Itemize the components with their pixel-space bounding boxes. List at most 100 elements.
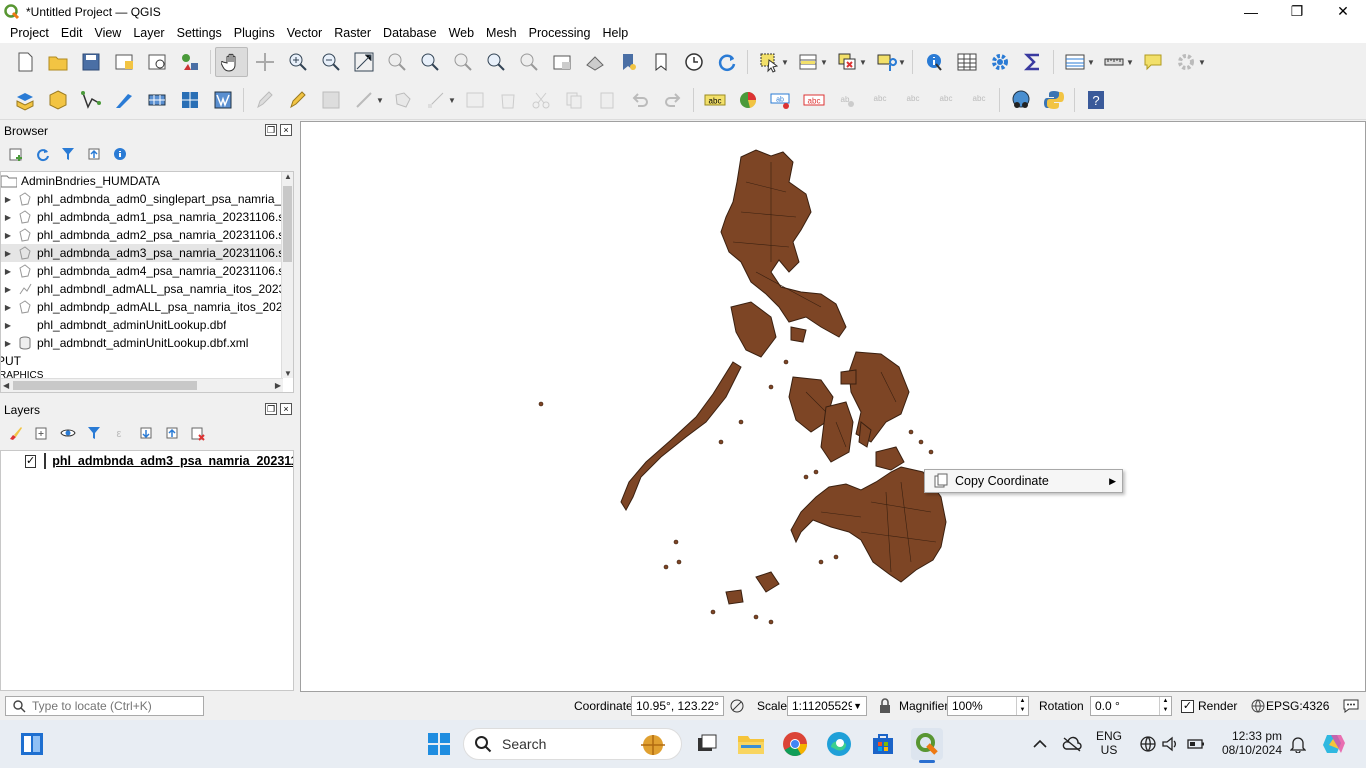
menu-project[interactable]: Project xyxy=(4,26,55,40)
scroll-right-arrow-icon[interactable]: ▶ xyxy=(275,381,281,390)
layers-float-button[interactable]: ❐ xyxy=(265,403,277,415)
style-manager-button[interactable] xyxy=(173,47,206,77)
add-mesh-layer-button[interactable] xyxy=(140,85,173,115)
copy-coordinate-item[interactable]: Copy Coordinate xyxy=(955,474,1049,488)
chrome-button[interactable] xyxy=(779,728,811,760)
browser-float-button[interactable]: ❐ xyxy=(265,124,277,136)
show-unplaced-labels-button[interactable]: abc xyxy=(797,85,830,115)
browser-filter-button[interactable] xyxy=(58,144,78,164)
add-feature-button[interactable] xyxy=(386,85,419,115)
copy-features-button[interactable] xyxy=(557,85,590,115)
scroll-down-arrow-icon[interactable]: ▼ xyxy=(284,369,292,378)
crs-globe-icon[interactable] xyxy=(1251,699,1265,713)
browser-add-layer-button[interactable] xyxy=(6,144,26,164)
locator-bar[interactable] xyxy=(5,696,204,716)
select-value-dropdown-arrow[interactable]: ▼ xyxy=(820,58,828,67)
zoom-out-button[interactable] xyxy=(314,47,347,77)
coordinate-toggle-icon[interactable] xyxy=(729,698,745,714)
browser-item[interactable]: ▶ phl_admbnda_adm4_psa_namria_20231106.sh xyxy=(1,262,293,280)
layer-row[interactable]: ✓ phl_admbnda_adm3_psa_namria_2023110 xyxy=(1,451,293,471)
chevron-down-icon[interactable]: ▼ xyxy=(853,701,862,711)
zoom-next-button[interactable] xyxy=(512,47,545,77)
taskbar-search[interactable]: Search xyxy=(463,728,682,760)
expand-arrow-icon[interactable]: ▶ xyxy=(3,213,13,222)
plugin-settings-dropdown-arrow[interactable]: ▼ xyxy=(1198,58,1206,67)
battery-button[interactable] xyxy=(1180,728,1212,760)
select-location-dropdown-arrow[interactable]: ▼ xyxy=(898,58,906,67)
data-source-manager-button[interactable] xyxy=(8,85,41,115)
menu-edit[interactable]: Edit xyxy=(55,26,89,40)
add-virtual-layer-button[interactable] xyxy=(173,85,206,115)
lock-icon[interactable] xyxy=(878,698,892,714)
locator-input[interactable] xyxy=(32,699,202,713)
delete-selected-button[interactable] xyxy=(491,85,524,115)
filter-legend-button[interactable] xyxy=(84,423,104,443)
paste-features-button[interactable] xyxy=(590,85,623,115)
new-3d-view-button[interactable] xyxy=(578,47,611,77)
scroll-thumb[interactable] xyxy=(13,381,197,390)
collapse-all-button[interactable] xyxy=(162,423,182,443)
layout-manager-button[interactable] xyxy=(140,47,173,77)
show-bookmarks-button[interactable] xyxy=(644,47,677,77)
scroll-up-arrow-icon[interactable]: ▲ xyxy=(284,172,292,181)
layers-tree[interactable]: ✓ phl_admbnda_adm3_psa_namria_2023110 xyxy=(0,450,294,691)
refresh-button[interactable] xyxy=(710,47,743,77)
digitize-dropdown-arrow[interactable]: ▼ xyxy=(376,96,384,105)
browser-item-partial[interactable]: PUT xyxy=(1,352,293,370)
browser-item[interactable]: ▶ phl_admbnda_adm2_psa_namria_20231106.sh xyxy=(1,226,293,244)
clock[interactable]: 12:33 pm 08/10/2024 xyxy=(1212,729,1282,757)
scroll-left-arrow-icon[interactable]: ◀ xyxy=(3,381,9,390)
expand-arrow-icon[interactable]: ▶ xyxy=(3,321,13,330)
map-context-menu[interactable]: Copy Coordinate ▶ xyxy=(924,469,1123,493)
menu-plugins[interactable]: Plugins xyxy=(228,26,281,40)
browser-item-partial[interactable]: RAPHICS xyxy=(1,370,293,378)
filter-by-expression-button[interactable]: ε xyxy=(110,423,130,443)
zoom-last-button[interactable] xyxy=(479,47,512,77)
render-checkbox[interactable]: ✓ xyxy=(1181,700,1194,713)
browser-item[interactable]: ▶ phl_admbnda_adm0_singlepart_psa_namria_… xyxy=(1,190,293,208)
onedrive-button[interactable] xyxy=(1056,728,1088,760)
coordinate-field[interactable]: 10.95°, 123.22° xyxy=(631,696,724,716)
layer-labeling-button[interactable]: abc xyxy=(698,85,731,115)
browser-root-folder[interactable]: AdminBndries_HUMDATA xyxy=(1,172,293,190)
menu-processing[interactable]: Processing xyxy=(523,26,597,40)
zoom-in-button[interactable] xyxy=(281,47,314,77)
browser-collapse-button[interactable] xyxy=(84,144,104,164)
rotation-spinbox[interactable]: 0.0 ° ▲ ▼ xyxy=(1090,696,1172,716)
rotate-label-button[interactable]: abc xyxy=(929,85,962,115)
menu-view[interactable]: View xyxy=(88,26,127,40)
pan-map-button[interactable] xyxy=(215,47,248,77)
table-dropdown-arrow[interactable]: ▼ xyxy=(1087,58,1095,67)
layer-diagram-button[interactable] xyxy=(731,85,764,115)
file-explorer-button[interactable] xyxy=(735,728,767,760)
new-print-layout-button[interactable] xyxy=(107,47,140,77)
new-bookmark-button[interactable] xyxy=(611,47,644,77)
new-map-view-button[interactable] xyxy=(545,47,578,77)
open-project-button[interactable] xyxy=(41,47,74,77)
edge-button[interactable] xyxy=(823,728,855,760)
highlight-pinned-labels-button[interactable]: ab xyxy=(764,85,797,115)
browser-refresh-button[interactable] xyxy=(32,144,52,164)
crs-label[interactable]: EPSG:4326 xyxy=(1266,699,1329,713)
remove-layer-button[interactable] xyxy=(188,423,208,443)
identify-features-button[interactable] xyxy=(917,47,950,77)
expand-arrow-icon[interactable]: ▶ xyxy=(3,249,13,258)
temporal-controller-button[interactable] xyxy=(677,47,710,77)
scroll-thumb[interactable] xyxy=(283,186,292,262)
zoom-native-button[interactable] xyxy=(446,47,479,77)
undo-button[interactable] xyxy=(623,85,656,115)
scale-combo[interactable]: 1:11205529 ▼ xyxy=(787,696,867,716)
geocoder-plugin-button[interactable] xyxy=(1004,85,1037,115)
spin-arrows-icon[interactable]: ▲ ▼ xyxy=(1016,697,1028,715)
layer-visibility-checkbox[interactable]: ✓ xyxy=(25,454,37,468)
menu-database[interactable]: Database xyxy=(377,26,443,40)
store-button[interactable] xyxy=(867,728,899,760)
add-vector-layer-button[interactable] xyxy=(74,85,107,115)
show-hide-labels-button[interactable]: abc xyxy=(863,85,896,115)
layer-name[interactable]: phl_admbnda_adm3_psa_namria_2023110 xyxy=(52,454,293,468)
expand-arrow-icon[interactable]: ▶ xyxy=(3,303,13,312)
browser-close-button[interactable]: × xyxy=(280,124,292,136)
expand-arrow-icon[interactable]: ▶ xyxy=(3,339,13,348)
expand-arrow-icon[interactable]: ▶ xyxy=(3,267,13,276)
statistics-button[interactable] xyxy=(1016,47,1049,77)
